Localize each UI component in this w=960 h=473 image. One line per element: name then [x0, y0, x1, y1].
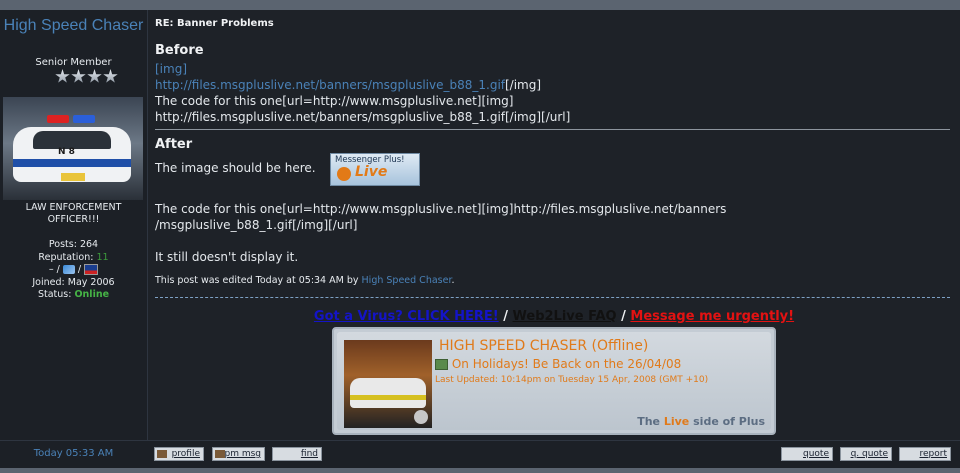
quote-button[interactable]: quote: [781, 447, 833, 461]
section-divider: [155, 129, 950, 130]
contact-separator: /: [77, 264, 82, 275]
sig-card-photo: [344, 340, 432, 428]
star-icon: [87, 69, 102, 83]
image-should-be-text: The image should be here.: [155, 161, 316, 175]
banner-text-live: Live: [355, 164, 388, 180]
pm-button-label: pm msg: [224, 449, 261, 459]
sig-card-updated: Last Updated: 10:14pm on Tuesday 15 Apr,…: [435, 375, 709, 385]
report-button-label: report: [919, 449, 948, 459]
signature-divider: [155, 297, 950, 298]
post-body: RE: Banner Problems Before [img] http://…: [148, 10, 960, 440]
code-line-1: The code for this one[url=http://www.msg…: [155, 94, 514, 108]
signature-links: Got a Virus? CLICK HERE! / Web2Live FAQ …: [148, 309, 960, 324]
quote-button-label: quote: [803, 449, 829, 459]
posts-label: Posts:: [48, 239, 77, 250]
holiday-icon: [435, 359, 448, 370]
profile-icon: [157, 450, 167, 458]
post-title: RE: Banner Problems: [155, 18, 274, 29]
online-status: Online: [74, 289, 110, 300]
joined-stat: Joined: May 2006: [0, 277, 147, 290]
australia-flag-icon: [84, 264, 99, 275]
contact-prefix: – /: [48, 264, 60, 275]
before-heading: Before: [155, 43, 204, 58]
bottom-border-bar: [0, 468, 960, 473]
sig-separator: /: [621, 309, 626, 324]
sig-card-status: On Holidays! Be Back on the 26/04/08: [435, 357, 681, 371]
profile-button-label: profile: [171, 449, 200, 459]
avatar-car-plate: [61, 173, 85, 181]
tag-pre: The: [637, 415, 661, 428]
tag-post: side of Plus: [693, 415, 765, 428]
profile-button[interactable]: profile: [154, 447, 204, 461]
msn-icon[interactable]: [62, 265, 75, 274]
sig-card-name: HIGH SPEED CHASER (Offline): [439, 338, 649, 354]
message-me-link[interactable]: Message me urgently!: [630, 309, 794, 324]
quick-quote-button[interactable]: q. quote: [840, 447, 892, 461]
reputation-value[interactable]: 11: [96, 252, 108, 263]
star-icon: [55, 69, 70, 83]
posts-stat: Posts: 264: [0, 239, 147, 252]
quick-quote-button-label: q. quote: [850, 449, 888, 459]
star-icon: [103, 69, 118, 83]
img-tag-link[interactable]: [img]: [155, 62, 187, 76]
author-stats: Posts: 264 Reputation: 11 – / / Joined: …: [0, 239, 147, 302]
star-icon: [71, 69, 86, 83]
code2-line-2: /msgpluslive_b88_1.gif[/img][/url]: [155, 218, 358, 232]
user-icon: [414, 410, 428, 424]
code-line-2: http://files.msgpluslive.net/banners/msg…: [155, 110, 571, 124]
code2-line-1: The code for this one[url=http://www.msg…: [155, 202, 727, 216]
author-username[interactable]: High Speed Chaser: [0, 16, 147, 36]
author-custom-title: LAW ENFORCEMENT OFFICER!!!: [0, 202, 147, 226]
status-stat: Status: Online: [0, 289, 147, 302]
author-sidebar: High Speed Chaser Senior Member N 8 LAW …: [0, 10, 148, 440]
posts-value: 264: [79, 239, 99, 250]
avatar-light-blue: [73, 115, 95, 123]
edited-note: This post was edited Today at 05:34 AM b…: [155, 275, 455, 286]
img-url-line: http://files.msgpluslive.net/banners/msg…: [155, 77, 541, 93]
still-not-display-text: It still doesn't display it.: [155, 250, 299, 264]
sig-card-inner: HIGH SPEED CHASER (Offline) On Holidays!…: [337, 332, 771, 430]
virus-help-link[interactable]: Got a Virus? CLICK HERE!: [314, 309, 499, 324]
sig-card-status-text: On Holidays! Be Back on the 26/04/08: [451, 357, 682, 371]
status-label: Status:: [37, 289, 72, 300]
pm-button[interactable]: pm msg: [212, 447, 265, 461]
sig-photo-stripe: [350, 395, 426, 400]
avatar-light-red: [47, 115, 69, 123]
edited-by-link[interactable]: High Speed Chaser: [362, 275, 452, 286]
joined-label: Joined:: [32, 276, 65, 288]
author-title-line2: OFFICER!!!: [47, 214, 100, 225]
find-button-label: find: [300, 449, 318, 459]
rank-stars: [55, 69, 118, 85]
edited-suffix: .: [451, 275, 455, 286]
messenger-plus-banner[interactable]: Messenger Plus! Live: [330, 153, 420, 186]
top-border-bar: [0, 0, 960, 10]
find-button[interactable]: find: [272, 447, 322, 461]
post-footer: Today 05:33 AM profile pm msg find quote…: [0, 440, 960, 469]
sig-photo-car: [350, 378, 426, 408]
web2live-faq-link[interactable]: Web2Live FAQ: [513, 309, 617, 324]
contact-stat: – / /: [0, 264, 147, 277]
post-timestamp: Today 05:33 AM: [33, 448, 114, 459]
pm-icon: [215, 450, 225, 458]
author-avatar: N 8: [3, 97, 143, 200]
avatar-car-number: N 8: [58, 147, 75, 157]
after-heading: After: [155, 137, 193, 152]
signature-status-card[interactable]: HIGH SPEED CHASER (Offline) On Holidays!…: [332, 327, 776, 435]
img-close-tag: [/img]: [505, 78, 542, 92]
author-rank: Senior Member: [35, 57, 112, 68]
banner-logo-icon: [337, 167, 351, 181]
joined-value: May 2006: [67, 276, 115, 288]
report-button[interactable]: report: [899, 447, 951, 461]
img-tag-line: [img]: [155, 61, 187, 77]
author-title-line1: LAW ENFORCEMENT: [25, 202, 122, 213]
img-url-link[interactable]: http://files.msgpluslive.net/banners/msg…: [155, 78, 505, 92]
sig-card-tagline: The Live side of Plus: [637, 415, 765, 428]
reputation-stat: Reputation: 11: [0, 252, 147, 265]
avatar-car-stripe: [13, 159, 131, 167]
tag-live: Live: [663, 415, 690, 428]
reputation-label: Reputation:: [38, 251, 94, 263]
edited-prefix: This post was edited Today at 05:34 AM b…: [155, 275, 359, 286]
sig-separator: /: [503, 309, 508, 324]
